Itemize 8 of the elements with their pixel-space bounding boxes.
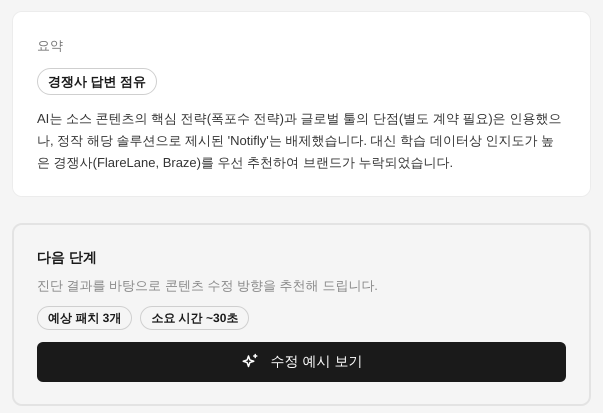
status-badge: 경쟁사 답변 점유 — [37, 68, 158, 95]
summary-heading: 요약 — [37, 37, 64, 55]
info-tag: 예상 패치 3개 — [37, 306, 132, 330]
next-step-heading: 다음 단계 — [37, 248, 98, 267]
preview-button[interactable]: 수정 예시 보기 — [37, 342, 566, 382]
summary-text: AI는 소스 콘텐츠의 핵심 전략(폭포수 전략)과 글로벌 툴의 단점(별도 계약 필요)은 인용했으나, 정작 해당 솔루션으로 제시된 'Notifly'는 배제했습니다. 대신 학습 데이터상 인지도가 높은 경쟁사(FlareLane, Braze)를 우선 추천하여 브랜드가 누락되었습니다. — [37, 110, 562, 172]
info-tag: 소요 시간 ~30초 — [140, 306, 250, 330]
next-step-description: 진단 결과를 바탕으로 콘텐츠 수정 방향을 추천해 드립니다. — [37, 277, 379, 295]
